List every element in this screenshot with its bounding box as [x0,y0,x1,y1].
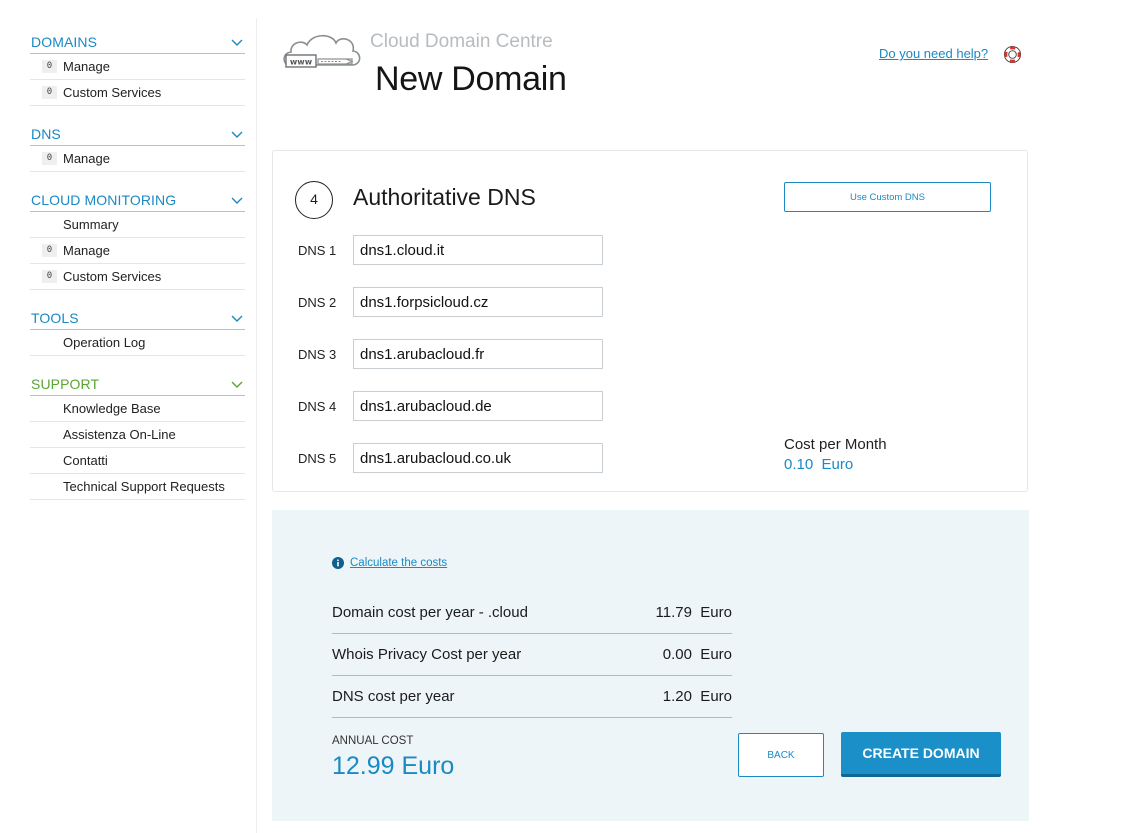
sidebar-item-label: Summary [63,217,119,232]
sidebar-divider [256,18,257,833]
dns-row-5: DNS 5 [298,443,603,473]
nav-section-domains: DOMAINS 0 Manage 0 Custom Services [30,30,245,106]
dns1-input[interactable] [353,235,603,265]
sidebar-item-domains-custom-services[interactable]: 0 Custom Services [30,80,245,106]
nav-header-tools[interactable]: TOOLS [30,306,245,330]
cost-summary-panel: Calculate the costs Domain cost per year… [272,510,1029,821]
sidebar-item-label: Manage [63,59,110,74]
nav-title: DNS [31,125,61,142]
authoritative-dns-card: 4 Authoritative DNS Use Custom DNS DNS 1… [272,150,1028,492]
cost-table: Domain cost per year - .cloud 11.79 Euro… [332,592,732,718]
cost-label: Whois Privacy Cost per year [332,646,522,663]
sidebar-item-assistenza-online[interactable]: Assistenza On-Line [30,422,245,448]
dns-row-2: DNS 2 [298,287,603,317]
sidebar-item-domains-manage[interactable]: 0 Manage [30,54,245,80]
dns-label: DNS 1 [298,242,337,258]
section-title: Authoritative DNS [353,184,536,210]
nav-section-cloud-monitoring: CLOUD MONITORING Summary 0 Manage 0 Cust… [30,188,245,290]
nav-title: SUPPORT [31,375,100,392]
sidebar-item-label: Manage [63,243,110,258]
step-number: 4 [295,181,333,219]
chevron-down-icon [231,381,243,388]
sidebar-item-label: Custom Services [63,269,162,284]
sidebar-item-monitoring-summary[interactable]: Summary [30,212,245,238]
use-custom-dns-button[interactable]: Use Custom DNS [784,182,991,212]
chevron-down-icon [231,315,243,322]
sidebar-item-label: Technical Support Requests [63,479,225,494]
cost-amount: 0.00 Euro [662,646,732,663]
nav-title: DOMAINS [31,33,98,50]
back-button[interactable]: BACK [738,733,824,777]
cost-per-month-value: 0.10 Euro [784,456,854,473]
count-badge: 0 [42,152,57,165]
lifebuoy-icon[interactable] [1003,45,1022,64]
create-domain-button[interactable]: CREATE DOMAIN [841,732,1001,777]
nav-section-support: SUPPORT Knowledge Base Assistenza On-Lin… [30,372,245,500]
sidebar-item-label: Custom Services [63,85,162,100]
cloud-www-icon: www [283,34,361,68]
chevron-down-icon [231,197,243,204]
dns4-input[interactable] [353,391,603,421]
sidebar-item-contatti[interactable]: Contatti [30,448,245,474]
dns-label: DNS 5 [298,450,337,466]
count-badge: 0 [42,270,57,283]
nav-title: CLOUD MONITORING [31,191,177,208]
info-icon [332,557,344,569]
help-link[interactable]: Do you need help? [879,46,988,61]
dns-label: DNS 3 [298,346,337,362]
table-row: Whois Privacy Cost per year 0.00 Euro [332,634,732,676]
sidebar-item-label: Manage [63,151,110,166]
annual-cost-value: 12.99 Euro [332,752,455,780]
sidebar-item-monitoring-manage[interactable]: 0 Manage [30,238,245,264]
nav-header-domains[interactable]: DOMAINS [30,30,245,54]
cost-per-month-label: Cost per Month [784,436,887,453]
nav-title: TOOLS [31,309,79,326]
nav-section-tools: TOOLS Operation Log [30,306,245,356]
nav-section-dns: DNS 0 Manage [30,122,245,172]
sidebar-item-monitoring-custom-services[interactable]: 0 Custom Services [30,264,245,290]
chevron-down-icon [231,39,243,46]
sidebar-item-dns-manage[interactable]: 0 Manage [30,146,245,172]
app-name: Cloud Domain Centre [370,31,553,52]
sidebar: DOMAINS 0 Manage 0 Custom Services DNS 0… [30,30,245,516]
nav-header-dns[interactable]: DNS [30,122,245,146]
dns-row-1: DNS 1 [298,235,603,265]
annual-cost-label: ANNUAL COST [332,735,414,747]
dns-label: DNS 4 [298,398,337,414]
sidebar-item-label: Operation Log [63,335,146,350]
table-row: DNS cost per year 1.20 Euro [332,676,732,718]
count-badge: 0 [42,244,57,257]
nav-header-support[interactable]: SUPPORT [30,372,245,396]
dns-row-4: DNS 4 [298,391,603,421]
sidebar-item-technical-support-requests[interactable]: Technical Support Requests [30,474,245,500]
dns2-input[interactable] [353,287,603,317]
sidebar-item-label: Contatti [63,453,108,468]
count-badge: 0 [42,86,57,99]
chevron-down-icon [231,131,243,138]
cost-amount: 11.79 Euro [655,604,732,621]
dns-row-3: DNS 3 [298,339,603,369]
dns5-input[interactable] [353,443,603,473]
nav-header-cloud-monitoring[interactable]: CLOUD MONITORING [30,188,245,212]
sidebar-item-label: Assistenza On-Line [63,427,176,442]
calculate-costs-link[interactable]: Calculate the costs [332,557,447,569]
count-badge: 0 [42,60,57,73]
dns-label: DNS 2 [298,294,337,310]
sidebar-item-knowledge-base[interactable]: Knowledge Base [30,396,245,422]
logo-text: www [290,58,313,67]
dns3-input[interactable] [353,339,603,369]
cost-label: Domain cost per year - .cloud [332,604,528,621]
cost-label: DNS cost per year [332,688,455,705]
sidebar-item-label: Knowledge Base [63,401,161,416]
page-title: New Domain [375,60,567,98]
table-row: Domain cost per year - .cloud 11.79 Euro [332,592,732,634]
cost-amount: 1.20 Euro [662,688,732,705]
sidebar-item-operation-log[interactable]: Operation Log [30,330,245,356]
calculate-costs-label: Calculate the costs [350,557,448,569]
